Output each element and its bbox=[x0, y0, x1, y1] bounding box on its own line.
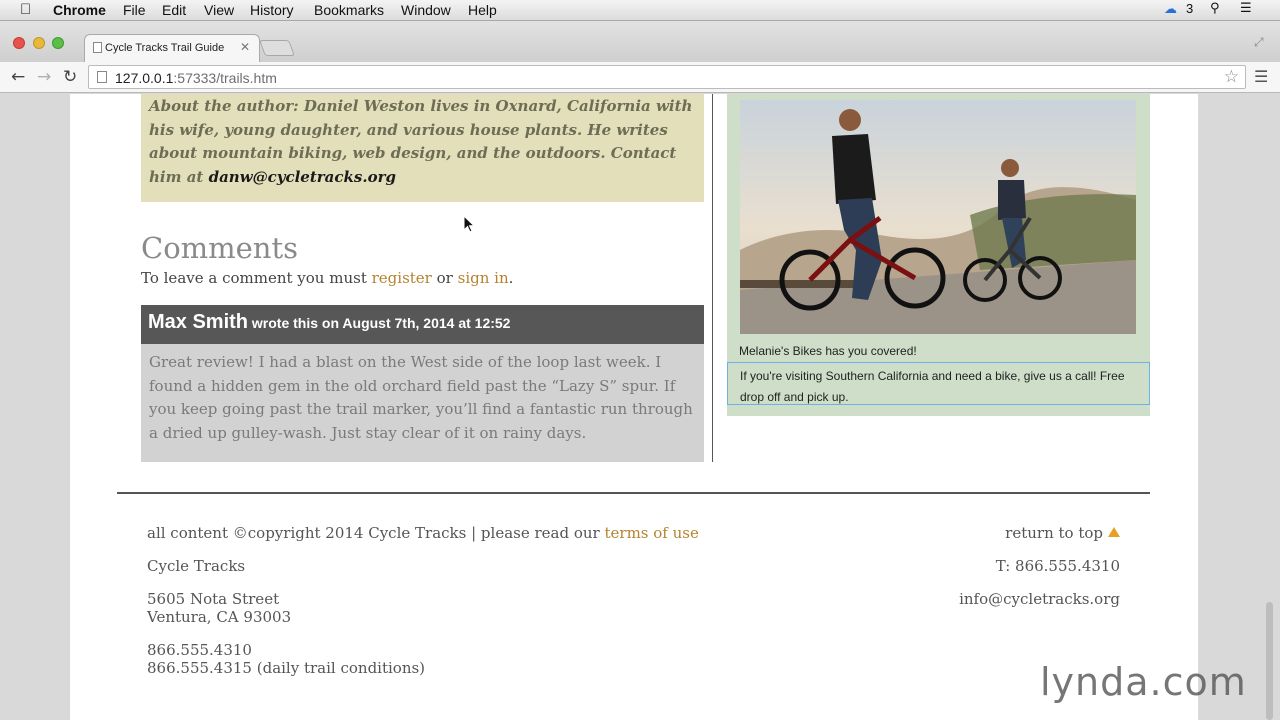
phone-trail-conditions: 866.555.4315 (daily trail conditions) bbox=[147, 659, 426, 677]
company-name: Cycle Tracks bbox=[147, 557, 246, 575]
vertical-scrollbar[interactable] bbox=[1266, 602, 1273, 720]
notification-list-icon[interactable]: ☰ bbox=[1240, 1, 1252, 16]
menu-view[interactable]: View bbox=[204, 2, 234, 18]
cyclists-photo bbox=[740, 100, 1136, 334]
return-to-top-link[interactable]: return to top bbox=[959, 524, 1120, 542]
apple-icon[interactable]:  bbox=[20, 1, 31, 18]
ad-title: Melanie's Bikes has you covered! bbox=[739, 344, 917, 358]
sign-in-link[interactable]: sign in bbox=[458, 269, 509, 287]
footer-divider bbox=[117, 492, 1150, 494]
page-content: About the author: Daniel Weston lives in… bbox=[70, 94, 1198, 720]
creative-cloud-icon[interactable]: ☁ bbox=[1164, 1, 1177, 17]
address: 5605 Nota Street Ventura, CA 93003 bbox=[147, 590, 699, 626]
address-line2: Ventura, CA 93003 bbox=[147, 608, 292, 626]
phone-numbers: 866.555.4310 866.555.4315 (daily trail c… bbox=[147, 641, 699, 677]
page-icon bbox=[93, 42, 102, 53]
bookmark-star-icon[interactable]: ☆ bbox=[1224, 67, 1239, 87]
new-tab-button[interactable] bbox=[259, 40, 295, 56]
comments-heading: Comments bbox=[141, 231, 299, 265]
prompt-prefix: To leave a comment you must bbox=[141, 269, 367, 287]
menu-window[interactable]: Window bbox=[401, 2, 451, 18]
menu-bookmarks[interactable]: Bookmarks bbox=[314, 2, 384, 18]
page-info-icon bbox=[97, 71, 107, 83]
watermark-suffix: .com bbox=[1149, 660, 1247, 704]
ad-text: If you're visiting Southern California a… bbox=[727, 362, 1150, 405]
mouse-cursor-icon bbox=[463, 215, 475, 233]
page-viewport: About the author: Daniel Weston lives in… bbox=[0, 94, 1280, 720]
address-line1: 5605 Nota Street bbox=[147, 590, 280, 608]
tab-close-icon[interactable]: ✕ bbox=[240, 40, 250, 54]
fullscreen-icon[interactable]: ⤢ bbox=[1254, 35, 1264, 50]
spotlight-search-icon[interactable]: ⚲ bbox=[1210, 1, 1220, 16]
menu-app-chrome[interactable]: Chrome bbox=[53, 2, 106, 18]
zoom-window-button[interactable] bbox=[52, 37, 64, 49]
footer-email: info@cycletracks.org bbox=[959, 590, 1120, 608]
menu-edit[interactable]: Edit bbox=[162, 2, 186, 18]
copyright-line: all content ©copyright 2014 Cycle Tracks… bbox=[147, 524, 699, 542]
watermark-brand: lynda bbox=[1040, 660, 1150, 704]
footer-phone: T: 866.555.4310 bbox=[995, 557, 1120, 575]
tab-title: Cycle Tracks Trail Guide bbox=[105, 42, 225, 54]
menu-file[interactable]: File bbox=[123, 2, 146, 18]
menu-history[interactable]: History bbox=[250, 2, 294, 18]
url-text: 127.0.0.1:57333/trails.htm bbox=[115, 70, 277, 86]
url-path: :57333/trails.htm bbox=[173, 70, 277, 86]
browser-toolbar: ← → ↻ 127.0.0.1:57333/trails.htm ☆ bbox=[0, 62, 1280, 93]
comment-header: Max Smith wrote this on August 7th, 2014… bbox=[141, 305, 704, 344]
prompt-period: . bbox=[508, 269, 514, 287]
mac-menubar:  Chrome File Edit View History Bookmark… bbox=[0, 0, 1280, 21]
copyright-text: all content ©copyright 2014 Cycle Tracks… bbox=[147, 524, 600, 542]
phone-main: 866.555.4310 bbox=[147, 641, 252, 659]
menu-help[interactable]: Help bbox=[468, 2, 497, 18]
up-triangle-icon bbox=[1108, 527, 1120, 537]
reload-icon[interactable]: ↻ bbox=[63, 67, 77, 87]
address-bar[interactable]: 127.0.0.1:57333/trails.htm ☆ bbox=[88, 65, 1246, 89]
sidebar-ad: Melanie's Bikes has you covered! If you'… bbox=[727, 94, 1150, 416]
comment-meta: wrote this on August 7th, 2014 at 12:52 bbox=[251, 315, 511, 331]
author-email-link[interactable]: danw@cycletracks.org bbox=[209, 168, 396, 186]
footer-right: return to top T: 866.555.4310 info@cycle… bbox=[959, 524, 1120, 623]
comment-body: Great review! I had a blast on the West … bbox=[141, 344, 704, 462]
lynda-watermark: lynda.com bbox=[1040, 660, 1247, 704]
forward-arrow-icon[interactable]: → bbox=[37, 67, 51, 87]
cloud-badge-count: 3 bbox=[1186, 1, 1194, 16]
prompt-or: or bbox=[436, 269, 453, 287]
minimize-window-button[interactable] bbox=[33, 37, 45, 49]
url-host: 127.0.0.1 bbox=[115, 70, 174, 86]
comment-login-prompt: To leave a comment you must register or … bbox=[141, 269, 513, 287]
return-to-top-label: return to top bbox=[1005, 524, 1103, 542]
terms-of-use-link[interactable]: terms of use bbox=[605, 524, 699, 542]
tab-cycle-tracks[interactable]: Cycle Tracks Trail Guide ✕ bbox=[84, 34, 260, 62]
chrome-menu-icon[interactable]: ☰ bbox=[1254, 67, 1268, 86]
comment-author: Max Smith bbox=[148, 311, 249, 333]
register-link[interactable]: register bbox=[372, 269, 432, 287]
back-arrow-icon[interactable]: ← bbox=[11, 67, 25, 87]
footer-left: all content ©copyright 2014 Cycle Tracks… bbox=[147, 524, 699, 692]
author-bio: About the author: Daniel Weston lives in… bbox=[141, 94, 704, 202]
column-divider bbox=[712, 94, 713, 462]
close-window-button[interactable] bbox=[13, 37, 25, 49]
